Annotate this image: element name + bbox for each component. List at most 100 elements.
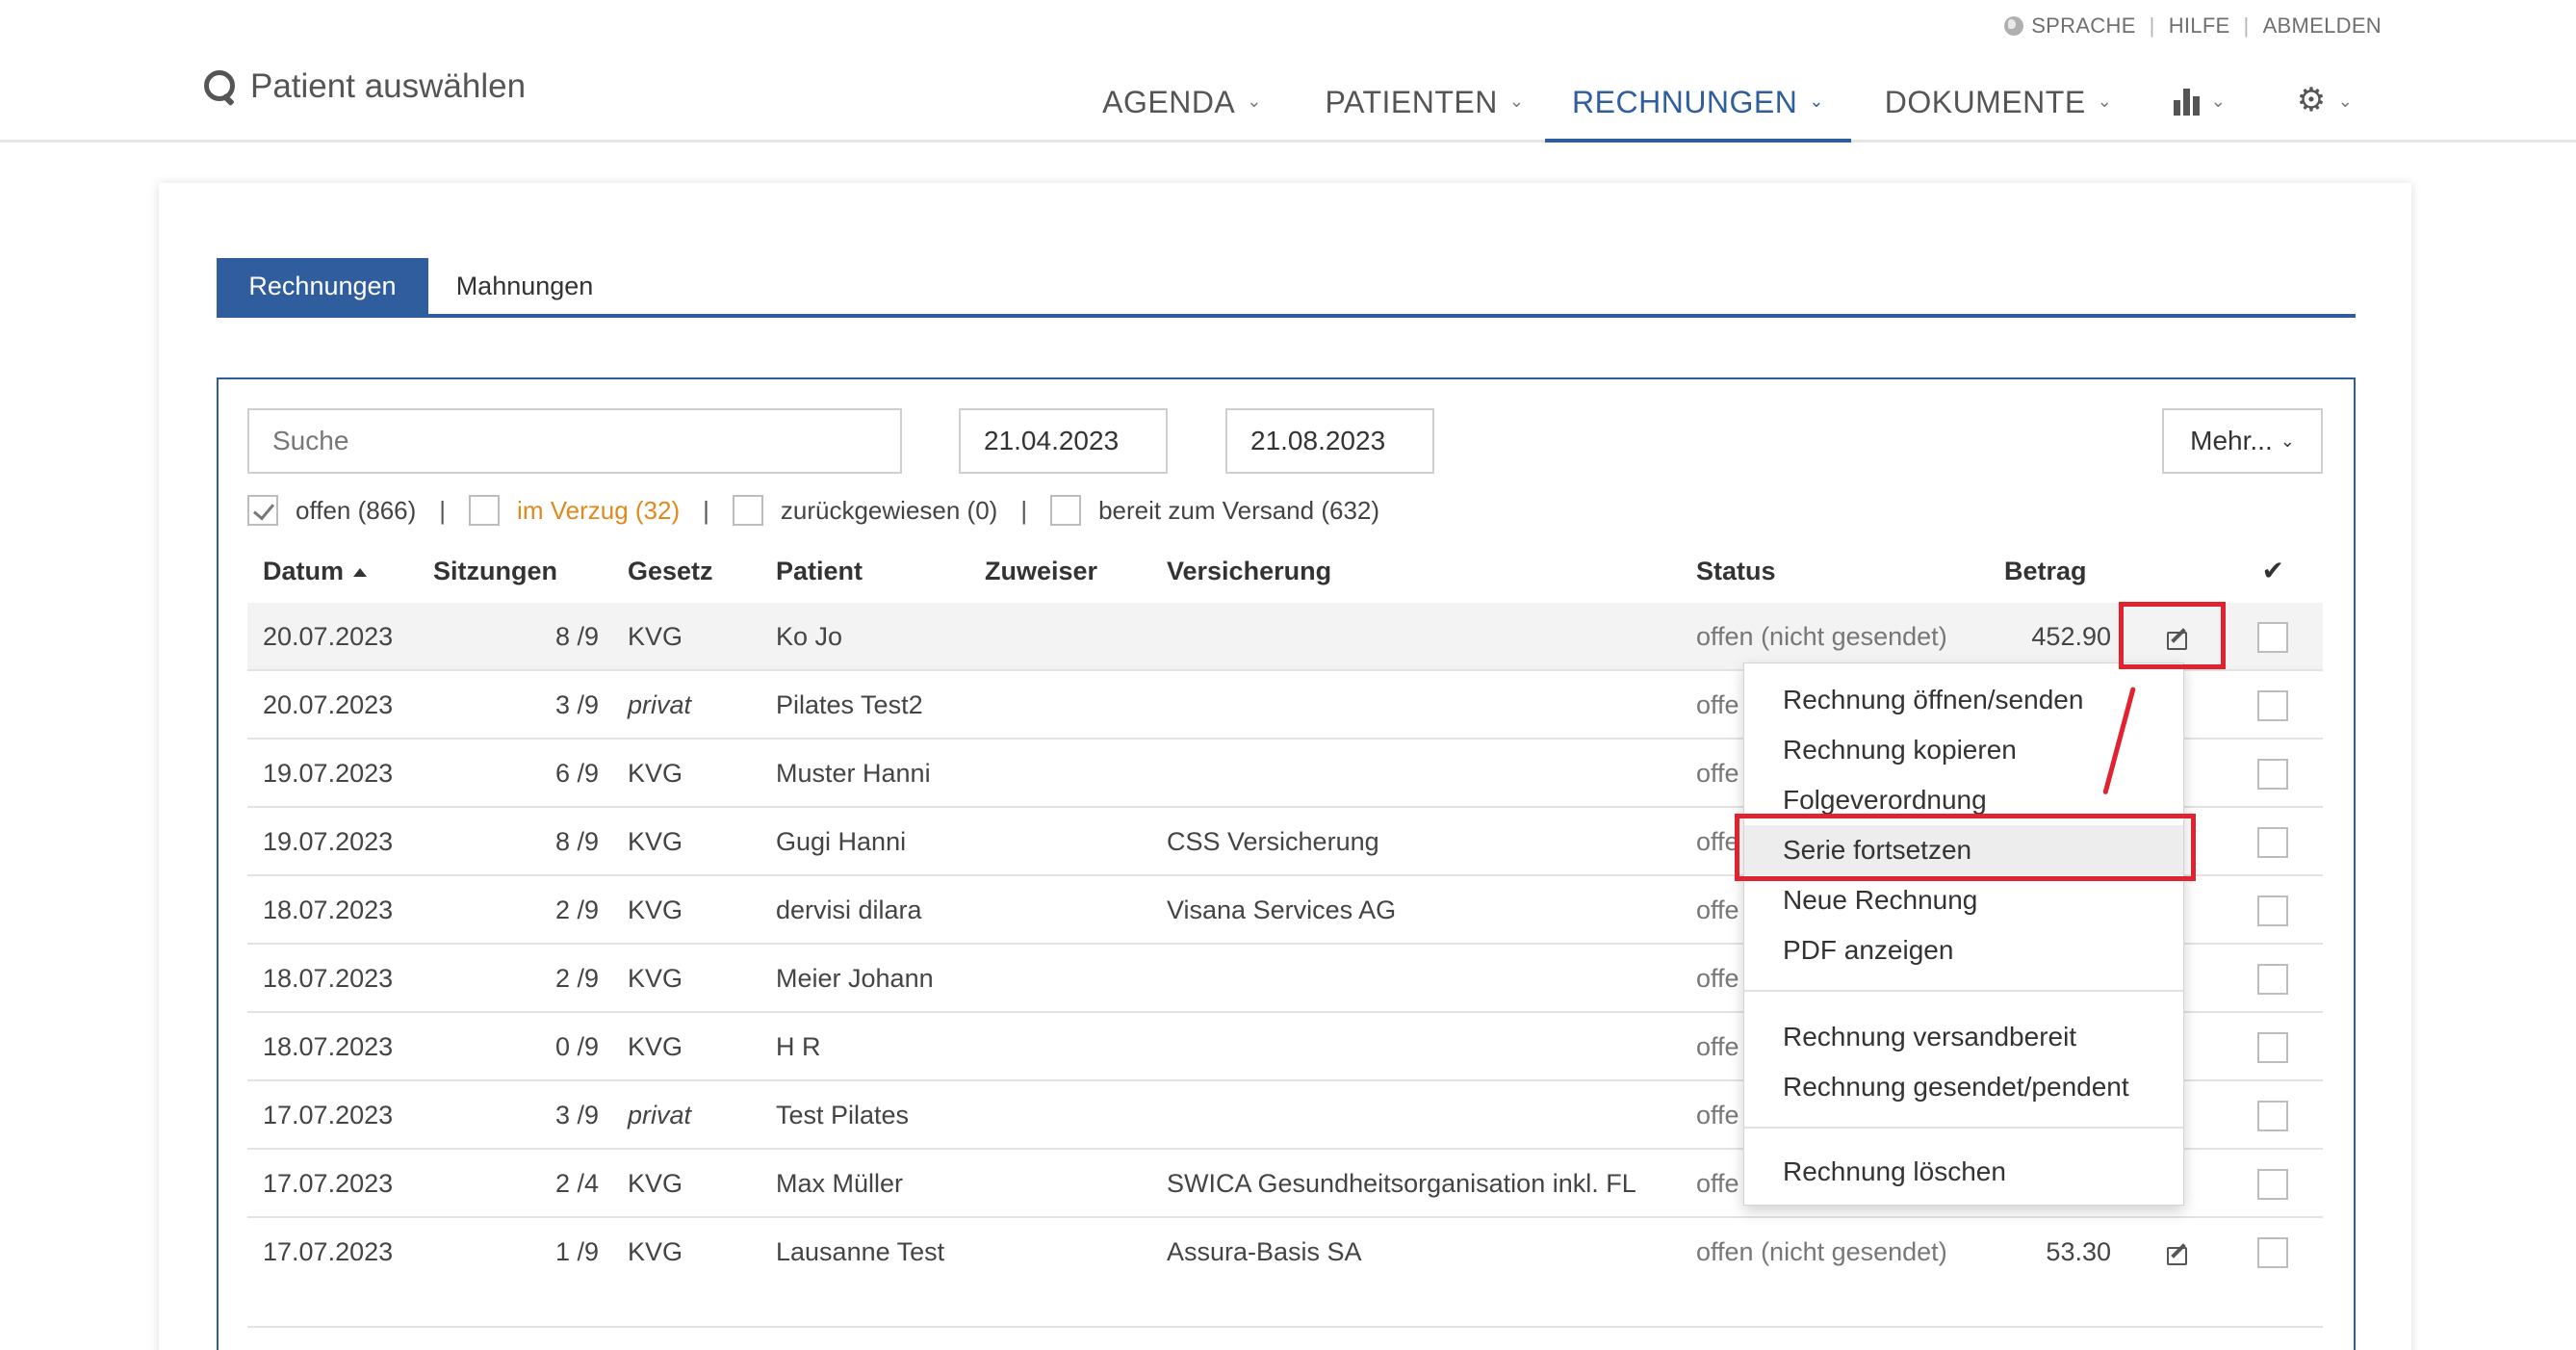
sub-tabs: Rechnungen Mahnungen <box>217 258 2356 318</box>
checkbox[interactable] <box>2257 826 2288 858</box>
menu-item-open-send[interactable]: Rechnung öffnen/senden <box>1744 675 2183 725</box>
nav-item-patienten[interactable]: PATIENTEN ⌄ <box>1312 73 1537 143</box>
separator: | <box>1020 495 1028 525</box>
menu-item-new-invoice[interactable]: Neue Rechnung <box>1744 875 2183 925</box>
row-checkbox[interactable] <box>2257 808 2288 876</box>
checkbox[interactable] <box>2257 689 2288 721</box>
language-link[interactable]: SPRACHE <box>2031 13 2135 39</box>
chevron-down-icon: ⌄ <box>2337 91 2354 111</box>
checkbox[interactable] <box>1050 495 1082 526</box>
row-checkbox[interactable] <box>2257 945 2288 1013</box>
more-label: Mehr... <box>2190 426 2273 455</box>
checkbox[interactable] <box>247 495 278 526</box>
edit-button[interactable] <box>2159 1218 2198 1286</box>
menu-divider <box>1744 990 2183 992</box>
table-bottom-divider <box>247 1326 2323 1328</box>
checkbox[interactable] <box>2257 895 2288 926</box>
filter-offen[interactable]: offen (866) <box>247 495 416 526</box>
checkbox[interactable] <box>2257 1100 2288 1131</box>
checkbox[interactable] <box>2257 963 2288 995</box>
checkbox[interactable] <box>2257 621 2288 653</box>
separator: | <box>439 495 447 525</box>
check-all-icon[interactable]: ✔ <box>2262 555 2284 586</box>
menu-item-copy[interactable]: Rechnung kopieren <box>1744 725 2183 775</box>
checkbox[interactable] <box>469 495 501 526</box>
row-checkbox[interactable] <box>2257 1150 2288 1218</box>
checkbox[interactable] <box>2257 1168 2288 1200</box>
separator: | <box>703 495 709 525</box>
filter-label: bereit zum Versand (632) <box>1098 495 1380 525</box>
menu-item-ready-to-send[interactable]: Rechnung versandbereit <box>1744 1012 2183 1062</box>
menu-item-sent-pending[interactable]: Rechnung gesendet/pendent <box>1744 1062 2183 1112</box>
separator: | <box>2243 13 2250 38</box>
filter-label: offen (866) <box>296 495 417 525</box>
col-gesetz[interactable]: Gesetz <box>628 557 713 586</box>
search-input[interactable]: Suche <box>247 408 902 474</box>
table-row[interactable]: 17.07.2023 1 /9 KVG Lausanne Test Assura… <box>247 1218 2323 1286</box>
logout-link[interactable]: ABMELDEN <box>2263 13 2382 39</box>
edit-icon <box>2167 1243 2190 1265</box>
globe-icon <box>2004 16 2024 36</box>
date-to-field[interactable]: 21.08.2023 <box>1225 408 1434 474</box>
chevron-down-icon: ⌄ <box>2097 91 2113 111</box>
menu-item-follow-up[interactable]: Folgeverordnung <box>1744 775 2183 825</box>
chevron-down-icon: ⌄ <box>1508 91 1525 111</box>
row-checkbox[interactable] <box>2257 1218 2288 1286</box>
checkbox[interactable] <box>2257 1031 2288 1063</box>
filter-bereit-zum-versand[interactable]: bereit zum Versand (632) <box>1050 495 1379 526</box>
menu-item-delete[interactable]: Rechnung löschen <box>1744 1147 2183 1197</box>
row-checkbox[interactable] <box>2257 603 2288 671</box>
edit-icon <box>2167 628 2190 650</box>
filter-zurueckgewiesen[interactable]: zurückgewiesen (0) <box>732 495 998 526</box>
row-checkbox[interactable] <box>2257 1081 2288 1150</box>
row-checkbox[interactable] <box>2257 671 2288 740</box>
checkbox[interactable] <box>2257 1236 2288 1268</box>
separator: | <box>2149 13 2155 38</box>
table-header: Datum Sitzungen Gesetz Patient Zuweiser … <box>247 549 2323 599</box>
main-nav: AGENDA ⌄ PATIENTEN ⌄ RECHNUNGEN ⌄ DOKUME… <box>0 73 2576 143</box>
date-from-field[interactable]: 21.04.2023 <box>959 408 1168 474</box>
chevron-down-icon: ⌄ <box>2280 430 2295 451</box>
chevron-down-icon: ⌄ <box>1809 91 1824 111</box>
filter-im-verzug[interactable]: im Verzug (32) <box>469 495 680 526</box>
col-sitzungen[interactable]: Sitzungen <box>433 557 557 586</box>
col-label: Datum <box>263 557 345 585</box>
col-status[interactable]: Status <box>1696 557 1776 586</box>
gear-icon: ⚙ <box>2296 82 2327 118</box>
edit-button[interactable] <box>2159 603 2198 671</box>
col-patient[interactable]: Patient <box>776 557 863 586</box>
nav-item-settings[interactable]: ⚙ ⌄ <box>2281 73 2368 143</box>
bar-chart-icon <box>2173 87 2200 116</box>
nav-item-statistics[interactable]: ⌄ <box>2161 73 2238 143</box>
checkbox[interactable] <box>2257 758 2288 790</box>
top-bar: SPRACHE | HILFE | ABMELDEN Patient auswä… <box>0 0 2576 143</box>
filter-label: zurückgewiesen (0) <box>780 495 998 525</box>
utility-links: SPRACHE | HILFE | ABMELDEN <box>2004 13 2382 39</box>
row-checkbox[interactable] <box>2257 876 2288 945</box>
menu-item-show-pdf[interactable]: PDF anzeigen <box>1744 925 2183 975</box>
row-checkbox[interactable] <box>2257 740 2288 808</box>
help-link[interactable]: HILFE <box>2169 13 2230 39</box>
checkbox[interactable] <box>732 495 763 526</box>
nav-item-rechnungen[interactable]: RECHNUNGEN ⌄ <box>1545 73 1851 143</box>
nav-label: DOKUMENTE <box>1884 85 2086 119</box>
menu-divider <box>1744 1127 2183 1129</box>
filter-label: im Verzug (32) <box>517 495 681 525</box>
menu-item-continue-series[interactable]: Serie fortsetzen <box>1744 825 2183 875</box>
sort-ascending-icon <box>353 568 368 578</box>
tab-mahnungen[interactable]: Mahnungen <box>428 258 621 314</box>
col-betrag[interactable]: Betrag <box>2004 557 2087 586</box>
nav-item-agenda[interactable]: AGENDA ⌄ <box>1095 73 1270 143</box>
nav-label: RECHNUNGEN <box>1572 85 1798 119</box>
tab-rechnungen[interactable]: Rechnungen <box>217 258 428 314</box>
col-zuweiser[interactable]: Zuweiser <box>985 557 1097 586</box>
nav-label: PATIENTEN <box>1325 85 1498 119</box>
col-datum[interactable]: Datum <box>263 557 368 586</box>
row-checkbox[interactable] <box>2257 1013 2288 1081</box>
status-filters: offen (866) | im Verzug (32) | zurückgew… <box>247 493 1379 528</box>
table-row[interactable]: 20.07.2023 8 /9 KVG Ko Jo offen (nicht g… <box>247 603 2323 671</box>
more-button[interactable]: Mehr... ⌄ <box>2162 408 2323 474</box>
chevron-down-icon: ⌄ <box>2210 91 2227 111</box>
nav-item-dokumente[interactable]: DOKUMENTE ⌄ <box>1879 73 2118 143</box>
col-versicherung[interactable]: Versicherung <box>1167 557 1331 586</box>
